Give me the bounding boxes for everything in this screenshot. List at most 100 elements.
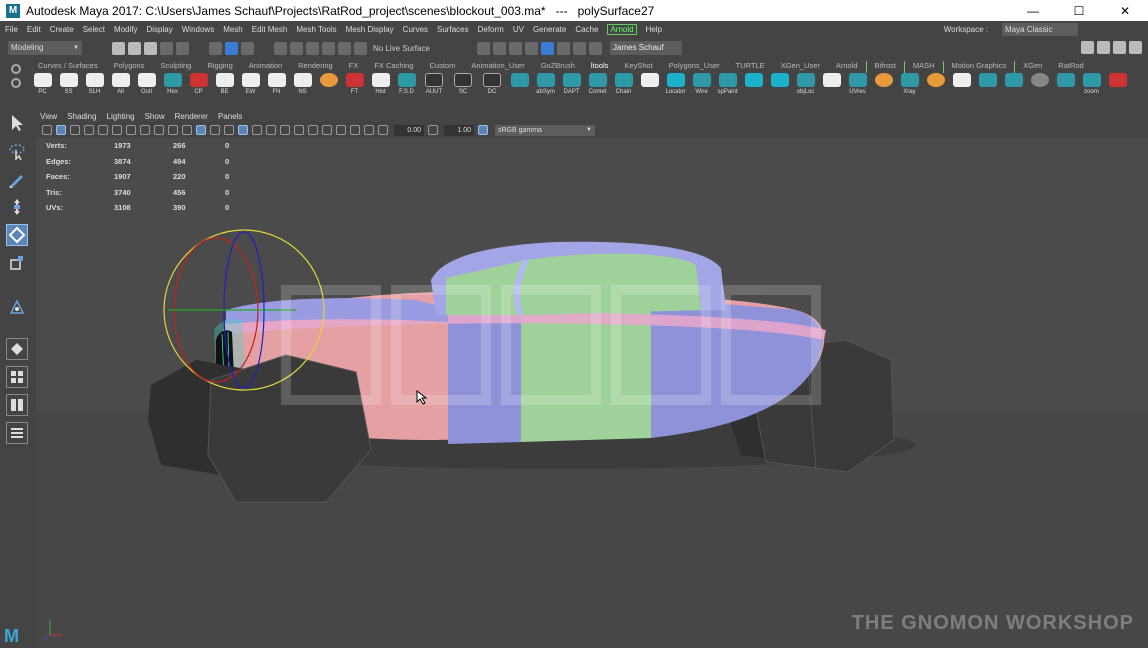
view-transform-dropdown[interactable]: sRGB gamma (495, 124, 595, 136)
xray-joints-icon[interactable] (350, 125, 360, 135)
menu-modify[interactable]: Modify (114, 25, 138, 34)
shelf-button-30[interactable] (819, 73, 844, 101)
snap-view-icon[interactable] (322, 41, 335, 55)
gate-mask-icon[interactable] (126, 125, 136, 135)
shelf-tab-rendering[interactable]: Rendering (290, 61, 341, 73)
menu-edit-mesh[interactable]: Edit Mesh (252, 25, 288, 34)
menu-create[interactable]: Create (50, 25, 74, 34)
shelf-button-ss[interactable]: SS (56, 73, 81, 101)
snap-curve-icon[interactable] (290, 41, 303, 55)
hypershade-icon[interactable] (541, 41, 554, 55)
shelf-button-comet[interactable]: Comet (585, 73, 610, 101)
redo-icon[interactable] (176, 41, 189, 55)
shelf-button-ew[interactable]: EW (238, 73, 263, 101)
rotate-tool-icon[interactable] (5, 224, 28, 246)
snap-grid-icon[interactable] (274, 41, 287, 55)
shelf-button-39[interactable] (1053, 73, 1078, 101)
shelf-button-chain[interactable]: Chain (611, 73, 636, 101)
single-perspective-layout-icon[interactable] (5, 338, 28, 360)
last-tool-icon[interactable] (6, 296, 28, 318)
save-scene-icon[interactable] (144, 41, 157, 55)
wireframe-on-shaded-icon[interactable] (210, 125, 220, 135)
shelf-tab-custom[interactable]: Custom (422, 61, 464, 73)
shelf-button-34[interactable] (923, 73, 948, 101)
shelf-button-slh[interactable]: SLH (82, 73, 107, 101)
shelf-button-23[interactable] (637, 73, 662, 101)
live-surface-field[interactable]: No Live Surface (373, 44, 453, 53)
shelf-button-18[interactable] (507, 73, 532, 101)
shelf-button-27[interactable] (741, 73, 766, 101)
scale-tool-icon[interactable] (6, 252, 28, 274)
tool-settings-icon[interactable] (1113, 41, 1126, 54)
shelf-tab-polygons-user[interactable]: Polygons_User (661, 61, 728, 73)
render-icon[interactable] (493, 41, 506, 55)
arnold-render-icon[interactable] (557, 41, 570, 55)
shelf-button-ft[interactable]: FT (342, 73, 367, 101)
close-button[interactable]: ✕ (1102, 0, 1148, 21)
shelf-tab-mash[interactable]: MASH (905, 61, 943, 73)
perspective-viewport[interactable]: View Shading Lighting Show Renderer Pane… (36, 110, 1148, 648)
paint-select-tool-icon[interactable] (6, 168, 28, 190)
shelf-tab-gozbrush[interactable]: GoZBrush (533, 61, 583, 73)
side-by-side-layout-icon[interactable] (5, 394, 28, 416)
shelf-tab-ratrod[interactable]: RatRod (1050, 61, 1091, 73)
shelf-tab-animation[interactable]: Animation (241, 61, 290, 73)
modeling-toolkit-icon[interactable] (1081, 41, 1094, 54)
workspace-dropdown[interactable]: Maya Classic (1002, 23, 1078, 36)
shelf-button-35[interactable] (949, 73, 974, 101)
gamma-icon[interactable] (428, 125, 438, 135)
xray-icon[interactable] (238, 125, 248, 135)
shelf-tab-fx-caching[interactable]: FX Caching (366, 61, 421, 73)
shelf-settings-icon[interactable] (11, 64, 21, 74)
menu-display[interactable]: Display (147, 25, 173, 34)
attribute-editor-icon[interactable] (1097, 41, 1110, 54)
shelf-tab-polygons[interactable]: Polygons (106, 61, 153, 73)
shelf-button-sppaint[interactable]: spPaint (715, 73, 740, 101)
shelf-tab-fx[interactable]: FX (341, 61, 367, 73)
menu-select[interactable]: Select (83, 25, 105, 34)
shadows-icon[interactable] (266, 125, 276, 135)
shelf-button-hex[interactable]: Hex (160, 73, 185, 101)
snap-surface-icon[interactable] (338, 41, 351, 55)
xray-active-icon[interactable] (364, 125, 374, 135)
shelf-button-38[interactable] (1027, 73, 1052, 101)
field-chart-icon[interactable] (140, 125, 150, 135)
select-hierarchy-icon[interactable] (209, 41, 222, 55)
shelf-button-zoom[interactable]: zoom (1079, 73, 1104, 101)
textured-icon[interactable] (224, 125, 234, 135)
menu-set-dropdown[interactable]: Modeling (8, 41, 82, 55)
film-gate-icon[interactable] (98, 125, 108, 135)
open-scene-icon[interactable] (128, 41, 141, 55)
shelf-button-auut[interactable]: AUUT (420, 73, 448, 101)
shelf-tab-motion-graphics[interactable]: Motion Graphics (942, 61, 1016, 73)
shelf-button-absym[interactable]: abSym (533, 73, 558, 101)
viewport-menu-shading[interactable]: Shading (67, 112, 96, 121)
isolate-select-icon[interactable] (336, 125, 346, 135)
lights-icon[interactable] (252, 125, 262, 135)
menu-mesh[interactable]: Mesh (223, 25, 243, 34)
shelf-tab-sculpting[interactable]: Sculpting (152, 61, 199, 73)
minimize-button[interactable]: — (1010, 0, 1056, 21)
shelf-button-37[interactable] (1001, 73, 1026, 101)
shelf-button-pc[interactable]: PC (30, 73, 55, 101)
image-plane-icon[interactable] (70, 125, 80, 135)
shelf-tab-xgen-user[interactable]: XGen_User (773, 61, 828, 73)
shelf-tab-curves-surfaces[interactable]: Curves / Surfaces (30, 61, 106, 73)
viewport-menu-show[interactable]: Show (145, 112, 165, 121)
shelf-button-all[interactable]: All (108, 73, 133, 101)
smooth-shade-icon[interactable] (196, 125, 206, 135)
shelf-tab-keyshot[interactable]: KeyShot (616, 61, 660, 73)
shelf-button-41[interactable] (1105, 73, 1130, 101)
maximize-button[interactable]: ☐ (1056, 0, 1102, 21)
depth-of-field-icon[interactable] (322, 125, 332, 135)
shelf-button-objloc[interactable]: objLoc (793, 73, 818, 101)
outliner-layout-icon[interactable] (5, 422, 28, 444)
menu-mesh-tools[interactable]: Mesh Tools (296, 25, 336, 34)
shelf-button-32[interactable] (871, 73, 896, 101)
shelf-button-uvres[interactable]: UVres (845, 73, 870, 101)
shelf-button-28[interactable] (767, 73, 792, 101)
menu-edit[interactable]: Edit (27, 25, 41, 34)
shelf-tab-arnold[interactable]: Arnold (828, 61, 866, 73)
shelf-menu-icon[interactable] (11, 78, 21, 88)
menu-help[interactable]: Help (646, 25, 662, 34)
